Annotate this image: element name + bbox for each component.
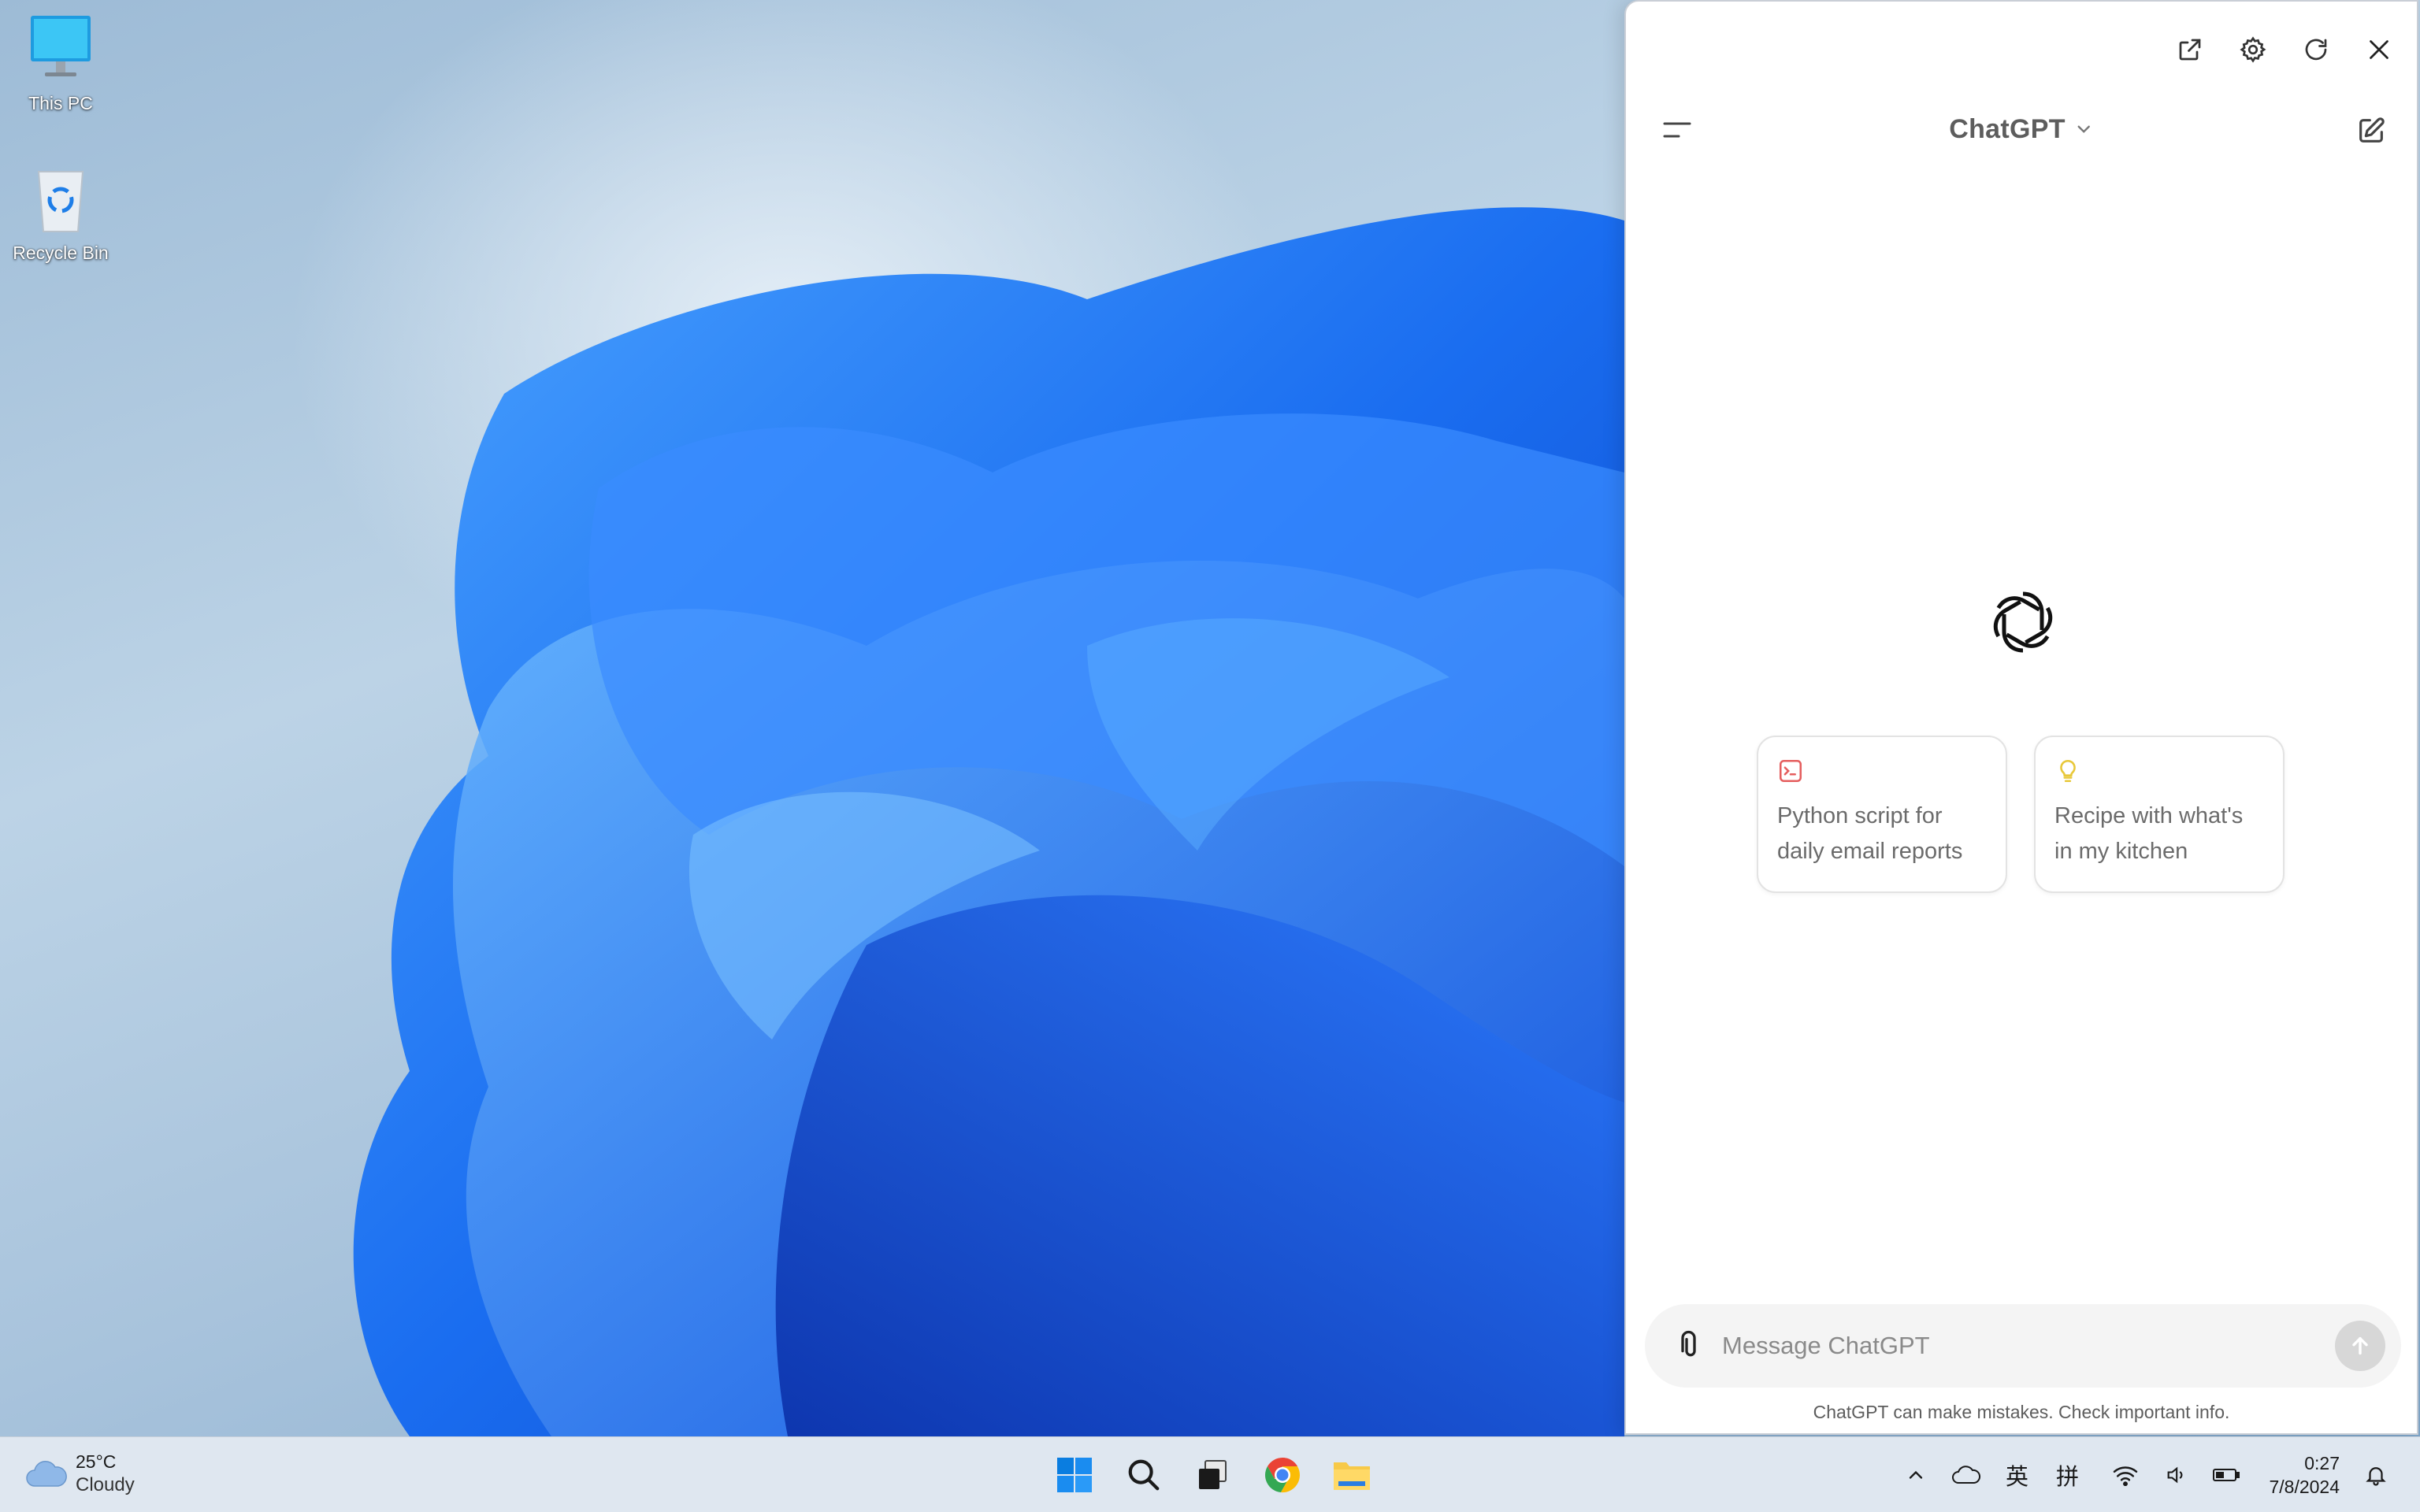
attach-button[interactable] [1667,1322,1714,1369]
model-name: ChatGPT [1949,113,2066,144]
file-explorer-icon [1334,1462,1370,1490]
model-selector[interactable]: ChatGPT [1949,107,2094,151]
sidebar-menu-icon [1663,122,1691,138]
search-icon [1128,1459,1160,1491]
popout-icon [2179,39,2201,61]
taskbar-apps [1048,1448,1379,1502]
taskbar: 25°C Cloudy 英 拼 0:27 7/8/2024 [0,1436,2420,1512]
suggestion-card-recipe[interactable]: Recipe with what's in my kitchen [2034,736,2285,893]
notifications-button[interactable] [2354,1451,2398,1499]
clock[interactable]: 0:27 7/8/2024 [2269,1451,2340,1499]
search-button[interactable] [1117,1448,1171,1502]
task-view-icon [1199,1460,1227,1489]
gear-icon [2240,36,2266,63]
window-controls [2168,30,2401,69]
settings-button[interactable] [2231,30,2275,69]
sidebar-toggle-button[interactable] [1657,110,1697,150]
popout-button[interactable] [2168,30,2212,69]
clock-date: 7/8/2024 [2269,1477,2340,1497]
send-button[interactable] [2335,1321,2385,1371]
bell-icon [2366,1467,2386,1486]
paperclip-icon [1681,1330,1696,1357]
weather-condition: Cloudy [76,1474,135,1495]
battery-icon [2213,1469,2240,1481]
clock-time: 0:27 [2304,1453,2340,1473]
suggestion-text: Recipe with what's in my kitchen [2054,803,2244,864]
new-chat-button[interactable] [2349,109,2393,153]
ime-language-button[interactable]: 英 [1995,1451,2039,1499]
wifi-icon [2114,1466,2138,1486]
task-view-button[interactable] [1186,1448,1240,1502]
cloud-icon [26,1461,67,1487]
monitor-icon [21,11,100,90]
onedrive-icon [1952,1466,1981,1484]
compose-icon [2359,117,2385,143]
desktop-icon-recycle-bin[interactable]: Recycle Bin [2,161,120,264]
speaker-icon [2168,1466,2183,1484]
desktop-icon-label: This PC [28,93,93,113]
disclaimer-text: ChatGPT can make mistakes. Check importa… [1813,1402,2230,1422]
ime-mode-button[interactable]: 拼 [2045,1451,2089,1499]
refresh-icon [2305,39,2327,61]
weather-widget[interactable]: 25°C Cloudy [24,1450,135,1497]
chat-header: ChatGPT [1626,107,2417,151]
desktop-icon-this-pc[interactable]: This PC [2,11,120,114]
file-explorer-button[interactable] [1325,1448,1379,1502]
message-composer [1645,1304,2401,1388]
message-input[interactable] [1722,1332,2335,1360]
chevron-up-icon [1910,1470,1923,1479]
openai-logo [1984,583,2062,662]
suggestion-card-python[interactable]: Python script for daily email reports [1757,736,2007,893]
onedrive-button[interactable] [1944,1451,1988,1499]
desktop-icon-label: Recycle Bin [13,243,109,263]
arrow-up-icon [2352,1336,2368,1355]
suggestion-cards: Python script for daily email reports Re… [1757,736,2285,893]
refresh-button[interactable] [2294,30,2338,69]
close-button[interactable] [2357,30,2401,69]
weather-temperature: 25°C [76,1451,117,1472]
suggestion-text: Python script for daily email reports [1777,803,1963,864]
chevron-down-icon [2077,125,2090,133]
start-button[interactable] [1048,1448,1101,1502]
battery-button[interactable] [2204,1451,2248,1499]
chatgpt-window: ChatGPT Python script for daily email re… [1624,0,2418,1435]
chrome-button[interactable] [1256,1448,1309,1502]
system-tray: 英 拼 0:27 7/8/2024 [1891,1437,2420,1512]
show-hidden-icons-button[interactable] [1894,1451,1938,1499]
network-button[interactable] [2103,1451,2147,1499]
volume-button[interactable] [2154,1451,2198,1499]
recycle-bin-icon [21,161,100,239]
chrome-icon [1264,1458,1301,1493]
windows-start-icon [1057,1458,1092,1492]
close-icon [2370,40,2388,59]
terminal-icon [1777,758,1804,784]
lightbulb-icon [2054,758,2081,784]
ime-language-indicator: 英 [2005,1463,2028,1490]
ime-mode-indicator: 拼 [2055,1463,2079,1490]
